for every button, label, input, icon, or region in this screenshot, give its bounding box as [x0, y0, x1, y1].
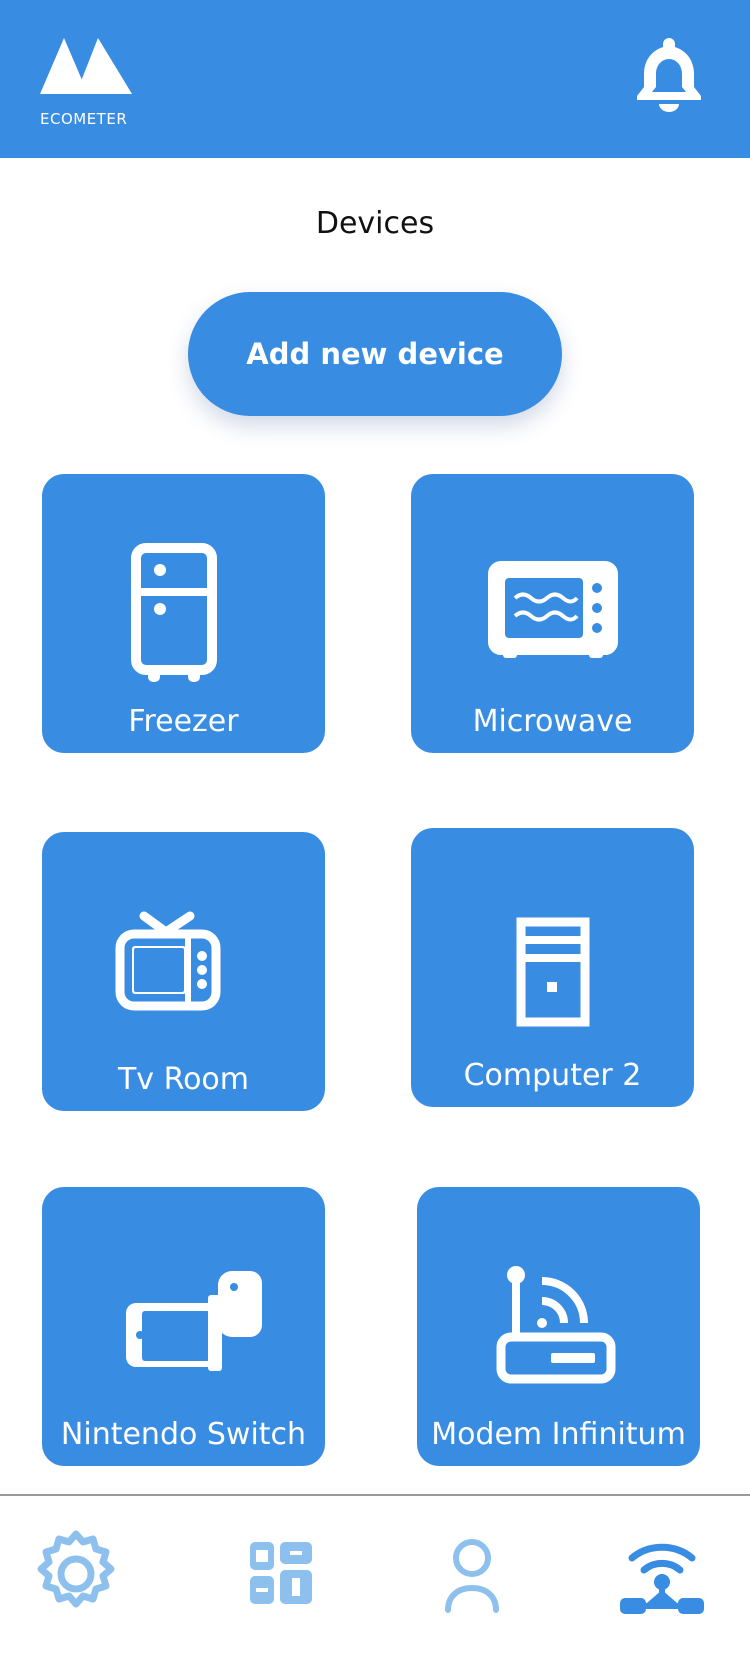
brand-name: ECOMETER	[40, 110, 128, 128]
computer-tower-icon	[411, 828, 694, 1048]
device-label: Tv Room	[117, 1062, 250, 1097]
app-header: ECOMETER	[0, 0, 750, 158]
settings-gear-icon[interactable]	[30, 1528, 122, 1620]
device-tile-microwave[interactable]: Microwave	[411, 474, 694, 753]
bell-icon[interactable]	[633, 34, 705, 114]
fridge-icon	[42, 474, 325, 694]
add-new-device-button[interactable]: Add new device	[188, 292, 562, 416]
device-label: Microwave	[472, 704, 633, 739]
page-title: Devices	[315, 206, 435, 241]
device-tile-nintendo-switch[interactable]: Nintendo Switch	[42, 1187, 325, 1466]
device-label: Modem Infinitum	[431, 1417, 686, 1452]
bottom-nav-divider	[0, 1494, 750, 1496]
device-tile-computer-2[interactable]: Computer 2	[411, 828, 694, 1107]
device-label: Freezer	[128, 704, 239, 739]
device-tile-modem-infinitum[interactable]: Modem Infinitum	[417, 1187, 700, 1466]
microwave-icon	[411, 474, 694, 694]
network-signal-icon[interactable]	[616, 1528, 708, 1620]
tv-icon	[42, 832, 325, 1052]
router-icon	[417, 1187, 700, 1407]
device-tile-tv-room[interactable]: Tv Room	[42, 832, 325, 1111]
user-profile-icon[interactable]	[426, 1528, 518, 1620]
game-console-icon	[42, 1187, 325, 1407]
device-label: Computer 2	[463, 1058, 642, 1093]
dashboard-grid-icon[interactable]	[240, 1528, 332, 1620]
device-label: Nintendo Switch	[60, 1417, 307, 1452]
device-tile-freezer[interactable]: Freezer	[42, 474, 325, 753]
